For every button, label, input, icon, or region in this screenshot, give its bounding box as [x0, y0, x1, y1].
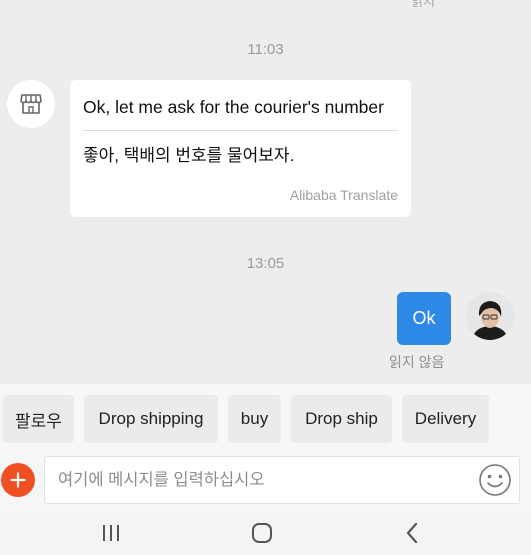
user-photo [466, 292, 514, 340]
message-input[interactable] [44, 456, 520, 504]
quick-reply-chip[interactable]: Drop ship [291, 395, 392, 443]
previous-read-status: 읽지 [411, 0, 435, 9]
recent-apps-icon [103, 525, 119, 541]
timestamp: 13:05 [246, 255, 285, 272]
quick-reply-chip[interactable]: Drop shipping [84, 395, 218, 443]
message-list[interactable]: 읽지 11:03 Ok, let me ask for the courier'… [0, 0, 531, 384]
message-original-text: Ok, let me ask for the courier's number [83, 97, 384, 117]
plus-icon [10, 472, 26, 488]
translation-divider [83, 130, 398, 131]
back-icon [406, 522, 418, 544]
smiley-icon [479, 464, 511, 496]
chat-screen: 읽지 11:03 Ok, let me ask for the courier'… [0, 0, 531, 555]
translation-source: Alibaba Translate [289, 187, 398, 203]
quick-reply-bar: 팔로우 Drop shipping buy Drop ship Delivery [0, 384, 531, 454]
home-button[interactable] [248, 511, 276, 555]
incoming-message[interactable]: Ok, let me ask for the courier's number … [70, 80, 411, 217]
seller-avatar[interactable] [7, 80, 55, 128]
outgoing-message[interactable]: Ok [397, 292, 451, 345]
read-status: 읽지 않음 [389, 354, 445, 370]
home-icon [252, 523, 272, 543]
composer [0, 454, 531, 511]
user-avatar[interactable] [466, 292, 514, 340]
add-attachment-button[interactable] [1, 463, 35, 497]
quick-reply-chip[interactable]: Delivery [402, 395, 489, 443]
storefront-icon [20, 94, 42, 114]
quick-reply-chip[interactable]: 팔로우 [3, 395, 74, 443]
system-nav-bar [0, 511, 531, 555]
message-translated-text: 좋아, 택배의 번호를 물어보자. [83, 146, 295, 165]
back-button[interactable] [400, 511, 424, 555]
recent-apps-button[interactable] [96, 511, 126, 555]
emoji-button[interactable] [478, 463, 512, 497]
quick-reply-chip[interactable]: buy [228, 395, 281, 443]
timestamp: 11:03 [247, 41, 284, 58]
